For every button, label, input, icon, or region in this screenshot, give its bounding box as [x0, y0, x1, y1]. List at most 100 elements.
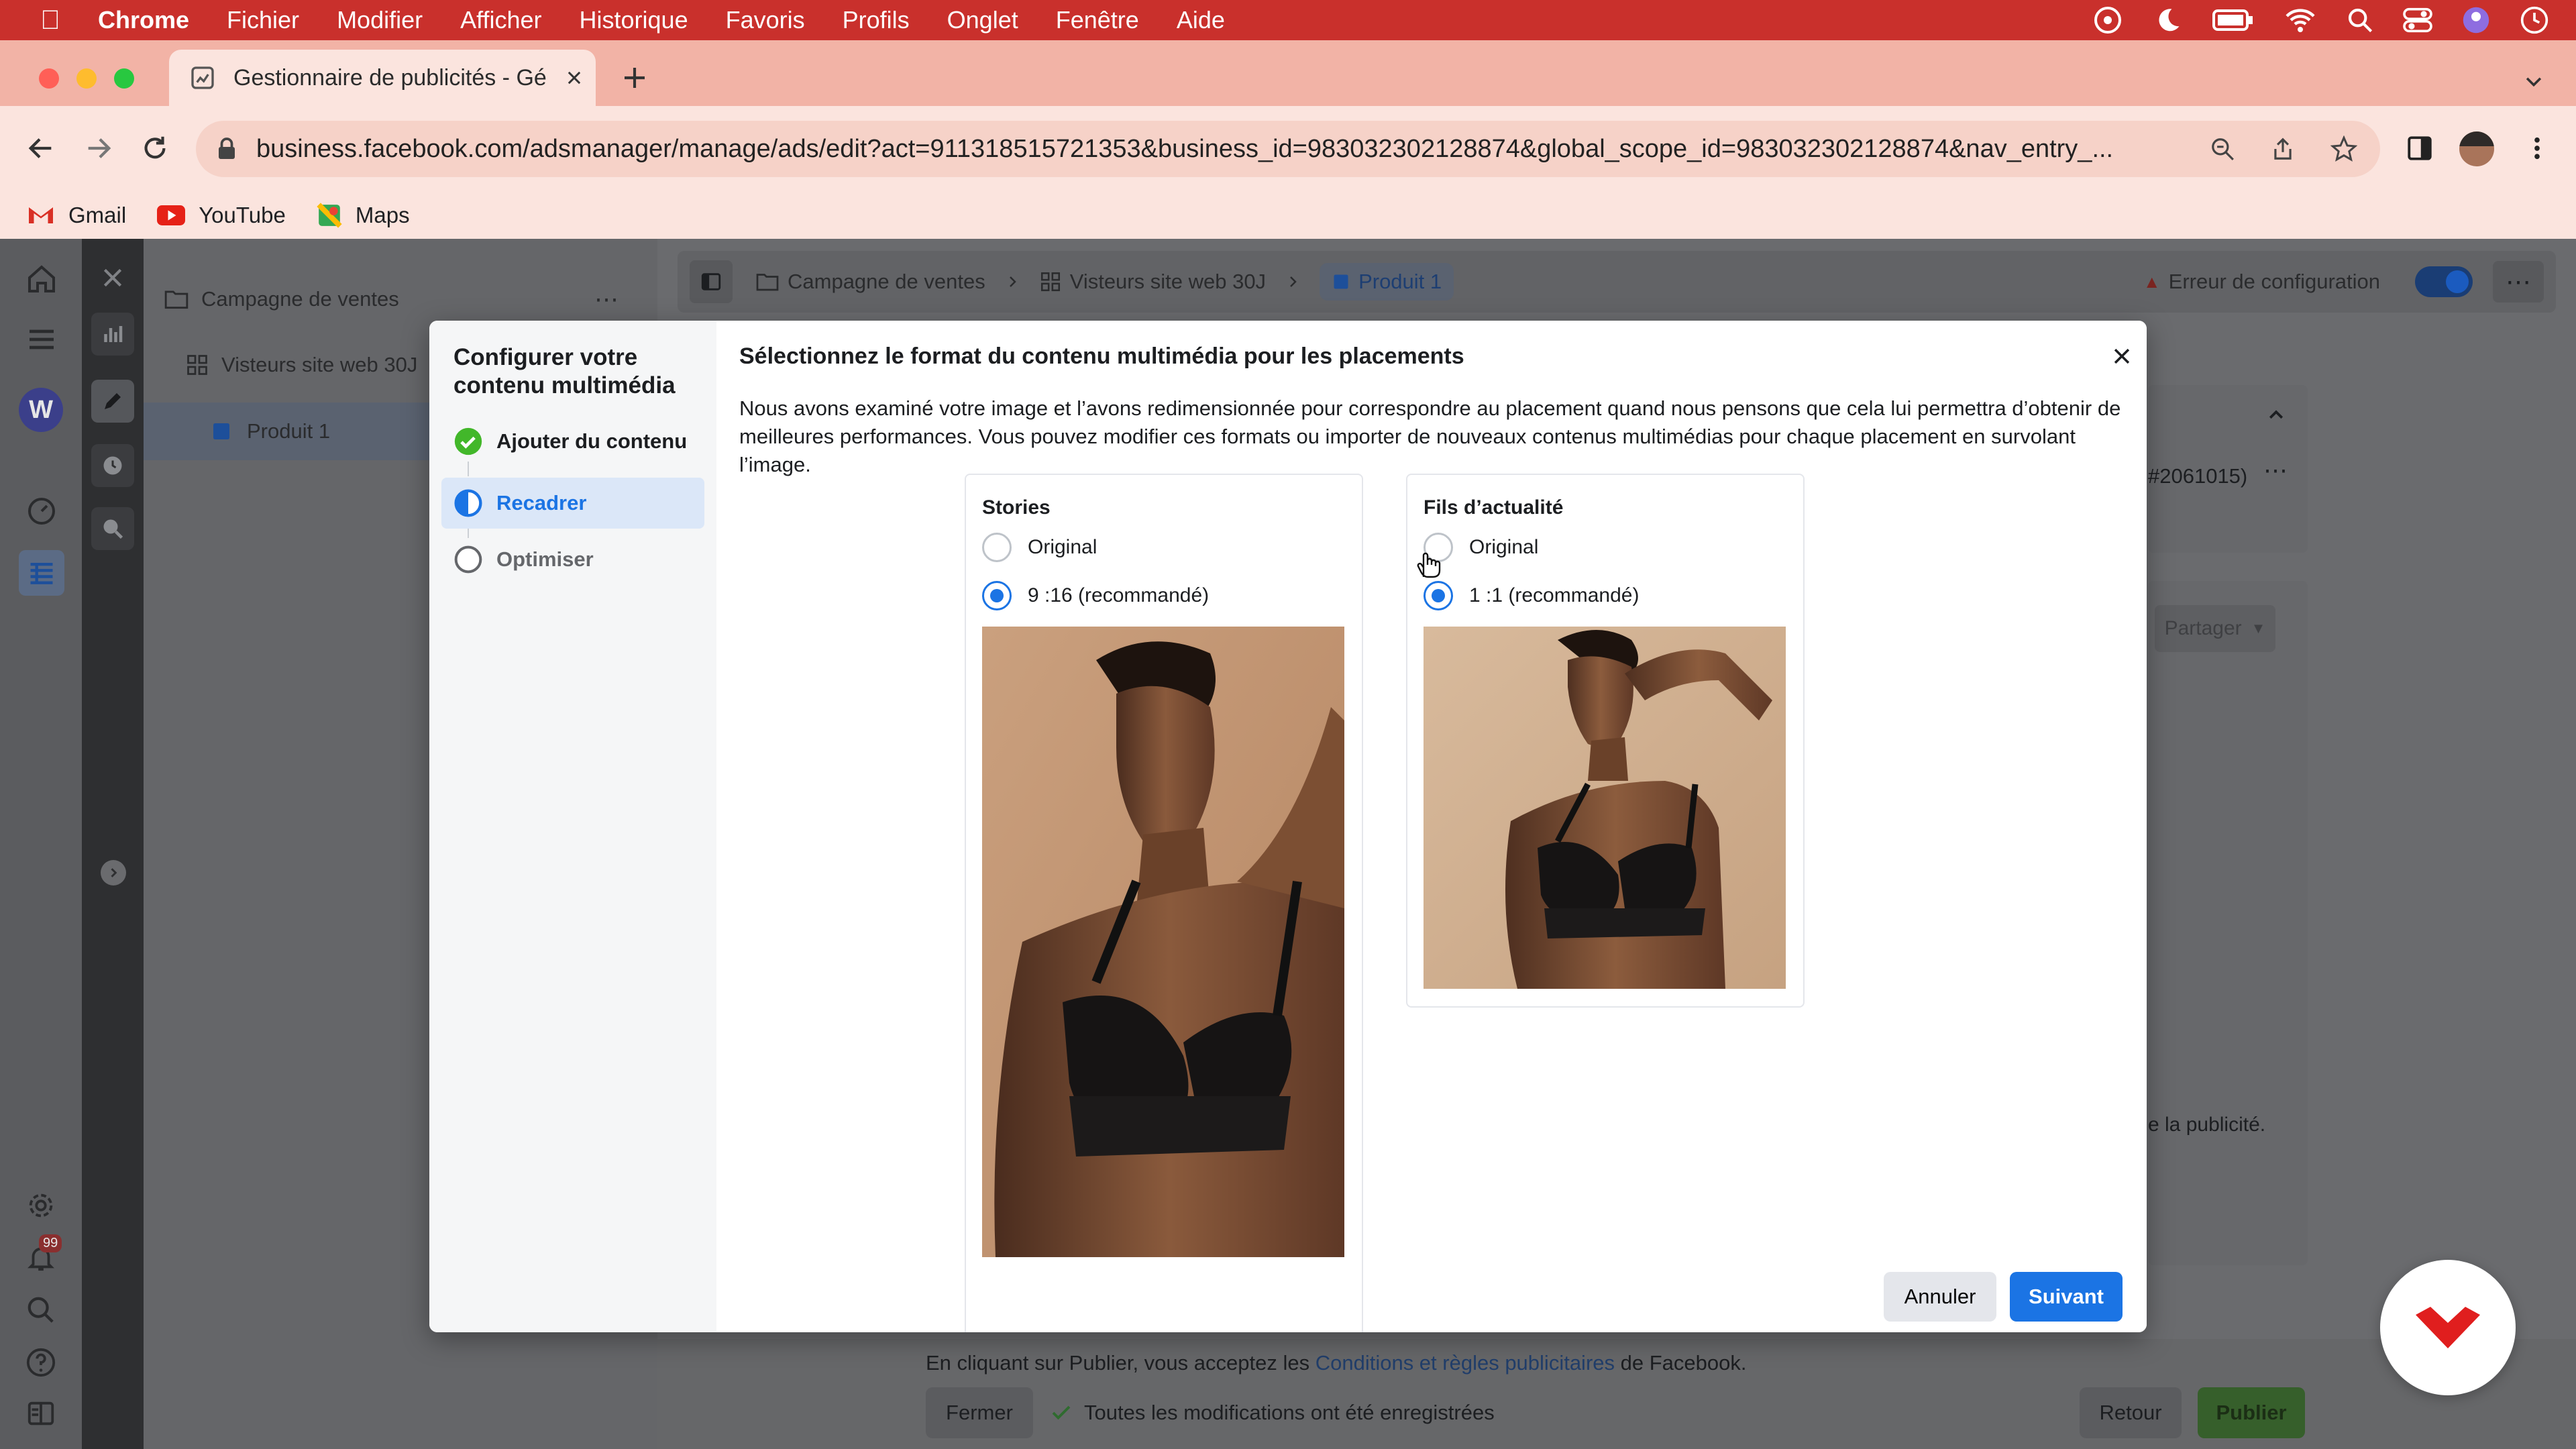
reload-icon[interactable] — [140, 133, 170, 164]
more-actions-button[interactable]: ⋯ — [2493, 261, 2544, 303]
cancel-button[interactable]: Annuler — [1884, 1272, 1996, 1322]
menu-favoris[interactable]: Favoris — [726, 6, 805, 34]
account-avatar[interactable]: W — [19, 388, 63, 432]
minimize-window-button[interactable] — [76, 68, 97, 89]
bookmark-star-icon[interactable] — [2330, 136, 2357, 162]
control-center-icon[interactable] — [2403, 7, 2432, 34]
menu-aide[interactable]: Aide — [1177, 6, 1225, 34]
menu-fenetre[interactable]: Fenêtre — [1056, 6, 1139, 34]
close-tab-icon[interactable] — [565, 68, 584, 87]
breadcrumb-campaign[interactable]: Campagne de ventes — [788, 270, 985, 294]
step-add-content[interactable]: Ajouter du contenu — [453, 421, 687, 462]
back-button[interactable]: Retour — [2080, 1387, 2182, 1438]
bookmark-youtube[interactable]: YouTube — [157, 203, 286, 228]
modal-sidebar-title: Configurer votre contenu multimédia — [453, 344, 676, 398]
speedometer-icon[interactable] — [25, 495, 58, 527]
hand-cursor-icon — [1417, 552, 1441, 578]
maps-icon — [317, 203, 342, 228]
config-error-status[interactable]: ▲ Erreur de configuration — [2143, 270, 2380, 294]
radio-feeds-11-selected[interactable] — [1424, 581, 1453, 610]
battery-icon[interactable] — [2212, 7, 2254, 34]
radio-stories-916-selected[interactable] — [982, 581, 1012, 610]
bookmark-gmail[interactable]: Gmail — [27, 203, 126, 228]
share-icon[interactable] — [2270, 136, 2296, 162]
edit-tool[interactable] — [91, 380, 134, 423]
more-options-icon[interactable]: ⋯ — [2263, 456, 2288, 484]
back-icon[interactable] — [25, 133, 56, 164]
campaigns-table-icon[interactable] — [19, 550, 64, 596]
close-icon[interactable] — [2110, 345, 2133, 368]
more-options-icon[interactable]: ⋯ — [594, 285, 620, 313]
bookmark-maps[interactable]: Maps — [317, 203, 410, 228]
menu-afficher[interactable]: Afficher — [460, 6, 541, 34]
breadcrumb-adset[interactable]: Visteurs site web 30J — [1070, 270, 1266, 294]
empty-circle-icon — [454, 545, 482, 574]
close-window-button[interactable] — [39, 68, 59, 89]
feeds-option-11[interactable]: 1 :1 (recommandé) — [1424, 577, 1639, 614]
publish-button[interactable]: Publier — [2198, 1387, 2305, 1438]
caret-down-icon: ▼ — [2251, 620, 2266, 637]
menu-onglet[interactable]: Onglet — [947, 6, 1018, 34]
bookmark-maps-label: Maps — [355, 203, 410, 227]
creative-cloud-icon[interactable] — [2092, 4, 2124, 36]
lock-icon[interactable] — [216, 137, 237, 161]
step-optimiser[interactable]: Optimiser — [453, 539, 594, 580]
stories-preview-image[interactable] — [982, 627, 1344, 1257]
apple-icon[interactable]:  — [40, 5, 60, 36]
macos-menubar:  Chrome Fichier Modifier Afficher Histo… — [0, 0, 2576, 40]
menu-historique[interactable]: Historique — [580, 6, 688, 34]
help-icon[interactable] — [25, 1347, 56, 1378]
brand-badge[interactable] — [2380, 1260, 2516, 1395]
close-panel-icon[interactable] — [99, 264, 126, 291]
menu-fichier[interactable]: Fichier — [227, 6, 299, 34]
toggle-sidebar-icon[interactable] — [690, 260, 733, 303]
report-panel-icon[interactable] — [25, 1398, 56, 1429]
stories-option-original[interactable]: Original — [982, 529, 1097, 566]
step-recadrer-label: Recadrer — [496, 491, 587, 515]
menubar-app-name[interactable]: Chrome — [98, 6, 189, 34]
expand-rail-button[interactable] — [101, 860, 126, 885]
saved-status: Toutes les modifications ont été enregis… — [1049, 1401, 1495, 1425]
step-recadrer-current[interactable]: Recadrer — [441, 478, 704, 529]
feeds-preview-image[interactable] — [1424, 627, 1786, 989]
next-button[interactable]: Suivant — [2010, 1272, 2123, 1322]
hamburger-menu-icon[interactable] — [25, 323, 58, 356]
home-icon[interactable] — [25, 263, 58, 295]
terms-link[interactable]: Conditions et règles publicitaires — [1316, 1351, 1615, 1375]
zoom-icon[interactable] — [2210, 136, 2235, 162]
close-button[interactable]: Fermer — [926, 1387, 1033, 1438]
radio-stories-original[interactable] — [982, 533, 1012, 562]
search-icon[interactable] — [25, 1295, 56, 1326]
zoom-window-button[interactable] — [114, 68, 134, 89]
browser-tab-active[interactable]: Gestionnaire de publicités - Gé — [169, 50, 596, 106]
wifi-icon[interactable] — [2284, 7, 2317, 34]
media-format-modal: Configurer votre contenu multimédia Ajou… — [429, 321, 2147, 1332]
stories-option-916[interactable]: 9 :16 (recommandé) — [982, 577, 1209, 614]
tab-search-chevron-icon[interactable] — [2522, 70, 2545, 93]
ad-active-toggle[interactable] — [2415, 266, 2473, 297]
chevron-up-icon[interactable] — [2266, 405, 2286, 425]
clock-icon[interactable] — [2520, 5, 2549, 35]
breadcrumb-ad-current[interactable]: Produit 1 — [1320, 263, 1454, 301]
share-dropdown[interactable]: Partager ▼ — [2155, 605, 2275, 652]
user-switch-icon[interactable] — [2462, 6, 2490, 34]
moon-icon[interactable] — [2153, 5, 2183, 35]
chrome-menu-icon[interactable] — [2525, 134, 2549, 162]
folder-icon — [164, 290, 189, 309]
forward-icon[interactable] — [83, 133, 114, 164]
address-bar[interactable]: business.facebook.com/adsmanager/manage/… — [196, 121, 2380, 177]
half-progress-icon — [454, 489, 482, 517]
menu-modifier[interactable]: Modifier — [337, 6, 423, 34]
chevron-right-icon — [1290, 276, 1297, 287]
side-panel-icon[interactable] — [2406, 134, 2434, 162]
inspect-tool[interactable] — [91, 507, 134, 550]
charts-tool[interactable] — [91, 313, 134, 356]
settings-gear-icon[interactable] — [25, 1190, 56, 1221]
spotlight-search-icon[interactable] — [2347, 7, 2373, 34]
new-tab-icon[interactable] — [621, 64, 648, 91]
tree-item-campaign[interactable]: Campagne de ventes ⋯ — [164, 279, 647, 319]
menu-profils[interactable]: Profils — [843, 6, 910, 34]
history-tool[interactable] — [91, 444, 134, 487]
url-text[interactable]: business.facebook.com/adsmanager/manage/… — [256, 135, 2202, 164]
profile-avatar[interactable] — [2459, 131, 2494, 166]
